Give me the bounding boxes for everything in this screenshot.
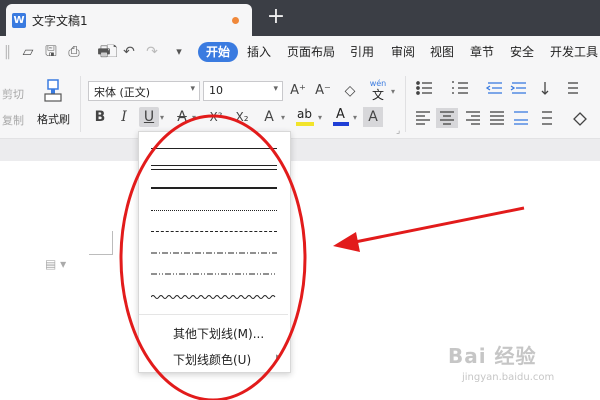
underline-button[interactable]: U — [139, 107, 159, 127]
chevron-down-icon: ▾ — [318, 113, 323, 122]
ribbon: 剪切 复制 格式刷 宋体 (正文) ▾ 10 ▾ A⁺ A⁻ ◇ wén 文 ▾… — [0, 68, 600, 139]
font-dialog-launcher-icon[interactable]: ⌟ — [396, 126, 400, 136]
clear-format-button[interactable]: ◇ — [340, 81, 360, 101]
font-name-value: 宋体 (正文) — [94, 86, 151, 99]
underline-style-dotted[interactable] — [151, 204, 277, 218]
menu-developer-tools[interactable]: 开发工具 — [550, 43, 598, 61]
underline-style-menu: 其他下划线(M)... 下划线颜色(U) ▸ — [138, 131, 291, 373]
copy-button[interactable]: 复制 — [2, 112, 24, 128]
highlight-color-swatch — [296, 122, 314, 126]
cut-button[interactable]: 剪切 — [2, 86, 24, 102]
document-tab[interactable]: W 文字文稿1 — [6, 4, 252, 36]
menu-home-tab[interactable]: 开始 — [198, 42, 238, 62]
font-color-label: A — [336, 107, 345, 122]
bold-button[interactable]: B — [90, 107, 110, 127]
chevron-down-icon: ▾ — [391, 87, 396, 96]
bullet-list-icon — [416, 81, 432, 95]
paragraph-group — [414, 80, 600, 130]
baidu-watermark-url: jingyan.baidu.com — [462, 372, 555, 383]
margin-corner-marker — [89, 231, 113, 255]
font-name-select[interactable]: 宋体 (正文) ▾ — [88, 81, 200, 101]
chevron-down-icon: ▾ — [190, 84, 195, 94]
customize-quick-access-icon[interactable]: ▾ — [170, 42, 188, 62]
line-spacing-icon — [542, 111, 552, 125]
increase-indent-icon — [510, 82, 526, 94]
text-effects-button[interactable]: A — [259, 107, 279, 127]
font-color-swatch — [333, 122, 349, 126]
menu-review[interactable]: 审阅 — [391, 43, 415, 61]
paragraph-handle-icon[interactable]: ▤ ▾ — [45, 257, 66, 271]
underline-style-dash-dot[interactable] — [151, 246, 277, 260]
justify-icon — [490, 111, 504, 125]
underline-style-double[interactable] — [151, 161, 277, 175]
numbered-list-icon — [452, 81, 468, 94]
ribbon-divider — [80, 76, 81, 132]
print-preview-icon[interactable]: ⎙ — [65, 42, 83, 62]
underline-dropdown-chevron-icon[interactable]: ▾ — [160, 113, 164, 122]
menu-divider — [139, 314, 288, 315]
align-right-icon — [466, 111, 480, 125]
undo-icon[interactable]: ↶ — [120, 42, 138, 62]
ribbon-divider — [405, 76, 406, 132]
submenu-arrow-icon: ▸ — [276, 352, 281, 362]
chevron-down-icon: ▾ — [192, 113, 197, 122]
ribbon-bottom-strip — [0, 139, 600, 161]
save-icon[interactable]: 🖫 — [42, 42, 60, 62]
export-pdf-icon[interactable]: 🗋 — [103, 42, 121, 62]
more-underlines-menu-item[interactable]: 其他下划线(M)... — [173, 325, 264, 342]
italic-button[interactable]: I — [114, 107, 134, 127]
writer-doc-icon: W — [12, 13, 26, 28]
subscript-button[interactable]: X₂ — [232, 107, 252, 127]
pinyin-label: wén — [369, 79, 387, 88]
chevron-down-icon: ▾ — [353, 113, 358, 122]
character-shading-button[interactable]: A — [363, 107, 383, 127]
strikethrough-button[interactable]: A — [172, 107, 192, 127]
highlight-button[interactable]: ab — [294, 107, 316, 127]
format-painter-button[interactable]: 格式刷 — [37, 111, 70, 127]
underline-style-thick[interactable] — [151, 182, 277, 196]
font-color-button[interactable]: A — [331, 107, 351, 127]
baidu-watermark: Bai 经验 — [448, 344, 537, 368]
highlight-label: ab — [297, 107, 312, 121]
new-tab-button[interactable]: + — [266, 5, 286, 29]
grow-font-button[interactable]: A⁺ — [288, 81, 308, 101]
tab-strip: W 文字文稿1 + — [0, 0, 600, 36]
shading-icon — [573, 112, 587, 126]
chevron-down-icon: ▾ — [273, 84, 278, 94]
align-left-icon — [416, 111, 430, 125]
menu-view[interactable]: 视图 — [430, 43, 454, 61]
unsaved-indicator-icon — [232, 17, 239, 24]
sort-icon — [541, 82, 549, 95]
chevron-down-icon: ▾ — [281, 113, 286, 122]
menu-references[interactable]: 引用 — [350, 43, 374, 61]
show-marks-icon — [568, 82, 578, 94]
decrease-indent-icon — [485, 82, 502, 94]
shrink-font-button[interactable]: A⁻ — [313, 81, 333, 101]
document-tab-title: 文字文稿1 — [32, 14, 88, 28]
menu-page-layout[interactable]: 页面布局 — [287, 43, 335, 61]
underline-style-single[interactable] — [151, 142, 277, 156]
folder-icon[interactable]: ▱ — [19, 42, 37, 62]
menu-bar: ‖ ▱ 🖫 ⎙ 🖶 🗋 ↶ ↷ ▾ 开始 插入 页面布局 引用 审阅 视图 章节… — [0, 36, 600, 68]
distribute-icon — [514, 111, 528, 125]
superscript-button[interactable]: X² — [206, 107, 226, 127]
menu-insert[interactable]: 插入 — [247, 43, 271, 61]
underline-style-wave[interactable] — [150, 290, 277, 304]
pinyin-guide-button[interactable]: wén 文 — [367, 79, 389, 103]
underline-style-dashed[interactable] — [151, 225, 277, 239]
underline-color-menu-item[interactable]: 下划线颜色(U) — [173, 351, 251, 368]
menu-chapter[interactable]: 章节 — [470, 43, 494, 61]
menu-security[interactable]: 安全 — [510, 43, 534, 61]
pinyin-char: 文 — [371, 88, 384, 102]
font-size-value: 10 — [209, 84, 223, 97]
underline-style-dash-dot-dot[interactable] — [151, 267, 277, 281]
redo-icon[interactable]: ↷ — [143, 42, 161, 62]
font-size-select[interactable]: 10 ▾ — [203, 81, 283, 101]
grip-icon: ‖ — [4, 44, 11, 60]
format-painter-icon — [42, 79, 64, 103]
